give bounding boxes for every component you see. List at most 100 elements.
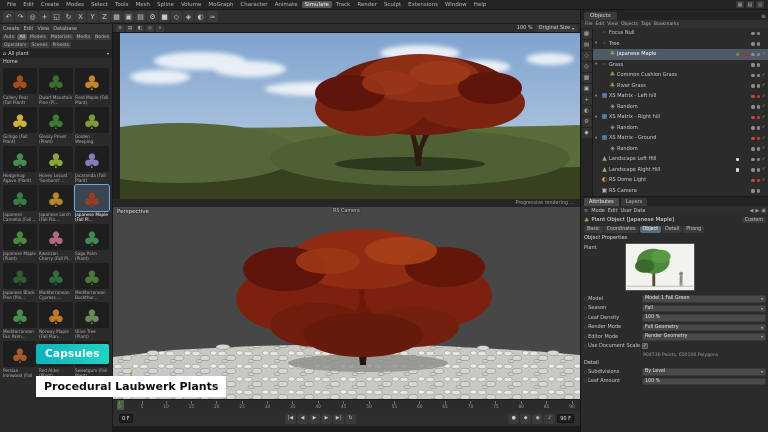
render-visibility-dot[interactable] xyxy=(757,189,761,193)
render-view-icon[interactable]: ▤ xyxy=(126,25,134,32)
side-toolbar-icon[interactable]: ▣ xyxy=(582,84,592,94)
asset-filter-button[interactable]: Models xyxy=(28,34,48,40)
editor-visibility-dot[interactable] xyxy=(751,74,755,78)
end-frame-field[interactable]: 90 F xyxy=(557,414,574,423)
object-label[interactable]: Grass xyxy=(609,62,734,68)
asset-item[interactable]: ♣ Ginkgo (Fall Plant) xyxy=(3,107,37,144)
material-chip[interactable] xyxy=(736,158,740,162)
object-row[interactable]: ▾ ▦ XS Matrix - Right hill xyxy=(593,112,768,123)
render-visibility-dot[interactable] xyxy=(757,74,761,78)
toolbar-icon[interactable]: ▦ xyxy=(111,11,122,22)
editor-visibility-dot[interactable] xyxy=(751,158,755,162)
enabled-check-icon[interactable] xyxy=(762,178,767,183)
mode-menu-item[interactable]: User Data xyxy=(621,208,646,214)
keying-button[interactable]: ● xyxy=(508,414,519,424)
render-visibility-dot[interactable] xyxy=(757,105,761,109)
asset-item[interactable]: ♣ Glossy Privet (Plant) xyxy=(39,107,73,144)
render-visibility-dot[interactable] xyxy=(757,32,761,36)
objects-menu-item[interactable]: View xyxy=(607,22,618,27)
render-view-icon[interactable]: ◧ xyxy=(136,25,144,32)
object-row[interactable]: ◈ Random xyxy=(593,123,768,134)
asset-item[interactable]: ♣ Hedgehog Agave (Plant) xyxy=(3,146,37,183)
plant-preview-thumbnail[interactable] xyxy=(625,243,695,291)
editor-visibility-dot[interactable] xyxy=(751,137,755,141)
asset-item[interactable]: ♣ Honey Locust 'Sunburst'... xyxy=(39,146,73,183)
toolbar-icon[interactable]: Y xyxy=(87,11,98,22)
asset-filter-button[interactable]: Auto xyxy=(2,34,16,40)
object-label[interactable]: Landscape Right Hill xyxy=(609,167,734,173)
object-label[interactable]: Random xyxy=(617,104,734,110)
asset-item[interactable]: ♣ Mediterranean Buckthor... xyxy=(75,263,109,300)
menu-item[interactable]: Modes xyxy=(63,1,87,8)
mode-row-icon[interactable]: ◀ xyxy=(750,208,754,214)
render-visibility-dot[interactable] xyxy=(757,137,761,141)
asset-item[interactable]: ♣ Dwarf Mountain Pine (Pl... xyxy=(39,68,73,105)
timeline-playhead[interactable] xyxy=(117,400,124,410)
asset-filter-button[interactable]: Nodes xyxy=(93,34,111,40)
mode-row-icon[interactable]: ▣ xyxy=(761,208,766,214)
render-view-icon[interactable]: ◎ xyxy=(146,25,154,32)
asset-item[interactable]: ♣ Olive Tree (Plant) xyxy=(75,302,109,339)
field-value[interactable]: Model 1 Fall Green ▾ xyxy=(642,295,766,303)
asset-browser-menu-item[interactable]: View xyxy=(37,26,49,32)
keying-button[interactable]: ◆ xyxy=(520,414,531,424)
object-row[interactable]: ◦ Focus Null xyxy=(593,28,768,39)
enabled-check-icon[interactable] xyxy=(762,83,767,88)
menu-item[interactable]: Create xyxy=(38,1,62,8)
enabled-check-icon[interactable] xyxy=(762,136,767,141)
enabled-check-icon[interactable] xyxy=(762,115,767,120)
object-row[interactable]: ♣ Japanese Maple xyxy=(593,49,768,60)
hamburger-menu-icon[interactable]: ≡ xyxy=(584,208,588,214)
asset-filter-button[interactable]: All xyxy=(17,34,27,40)
editor-visibility-dot[interactable] xyxy=(751,116,755,120)
asset-item[interactable]: ♣ Sago Palm (Plant) xyxy=(75,224,109,261)
toolbar-icon[interactable]: ⚙ xyxy=(147,11,158,22)
keying-button[interactable]: ♪ xyxy=(544,414,555,424)
object-label[interactable]: RS Dome Light xyxy=(609,177,734,183)
mode-menu-item[interactable]: Mode xyxy=(591,208,605,214)
side-toolbar-icon[interactable]: ▩ xyxy=(582,73,592,83)
menu-item[interactable]: Window xyxy=(442,1,470,8)
render-visibility-dot[interactable] xyxy=(757,179,761,183)
toolbar-icon[interactable]: ↷ xyxy=(15,11,26,22)
asset-browser-menu-item[interactable]: Create xyxy=(3,26,20,32)
asset-filter-button[interactable]: Presets xyxy=(51,42,71,48)
side-toolbar-icon[interactable]: ⚙ xyxy=(582,117,592,127)
editor-visibility-dot[interactable] xyxy=(751,53,755,57)
checkbox[interactable] xyxy=(642,343,648,349)
asset-item[interactable]: ♣ Japanese Larch (Fall Pla... xyxy=(39,185,73,222)
object-row[interactable]: ◈ Random xyxy=(593,102,768,113)
render-visibility-dot[interactable] xyxy=(757,158,761,162)
object-row[interactable]: ▣ RS Camera xyxy=(593,186,768,197)
asset-filter-button[interactable]: Materials xyxy=(49,34,74,40)
toolbar-icon[interactable]: X xyxy=(75,11,86,22)
side-toolbar-icon[interactable]: ◎ xyxy=(582,62,592,72)
expander-icon[interactable]: ▾ xyxy=(595,41,600,46)
attribute-tab-button[interactable]: Coordinates xyxy=(604,226,639,233)
asset-item[interactable]: ♣ Japanese Maple (Fall Pl... xyxy=(75,185,109,222)
menu-item[interactable]: Render xyxy=(354,1,380,8)
side-toolbar-icon[interactable]: ◆ xyxy=(582,128,592,138)
custom-button[interactable]: Custom xyxy=(742,217,766,223)
asset-filter-button[interactable]: Operators xyxy=(2,42,29,48)
object-row[interactable]: ◐ RS Dome Light xyxy=(593,175,768,186)
asset-item[interactable]: ♣ Callery Pear (Fall Plant) xyxy=(3,68,37,105)
objects-menu-item[interactable]: Bookmarks xyxy=(654,22,679,27)
editor-visibility-dot[interactable] xyxy=(751,105,755,109)
object-label[interactable]: Random xyxy=(617,125,734,131)
asset-browser-menu-item[interactable]: Database xyxy=(53,26,77,32)
object-label[interactable]: Tree xyxy=(609,41,734,47)
toolbar-icon[interactable]: ◎ xyxy=(27,11,38,22)
attribute-tab-button[interactable]: Basic xyxy=(584,226,603,233)
render-visibility-dot[interactable] xyxy=(757,116,761,120)
asset-item[interactable]: ♣ Jacaranda (Fall Plant) xyxy=(75,146,109,183)
editor-visibility-dot[interactable] xyxy=(751,84,755,88)
keying-button[interactable]: ◉ xyxy=(532,414,543,424)
toolbar-icon[interactable]: ↶ xyxy=(3,11,14,22)
editor-visibility-dot[interactable] xyxy=(751,42,755,46)
asset-item[interactable]: ♣ Kwanzan Cherry (Fall Pl... xyxy=(39,224,73,261)
material-chip[interactable] xyxy=(746,53,750,57)
asset-filter-button[interactable]: Scenes xyxy=(30,42,50,48)
attribute-tab-button[interactable]: Detail xyxy=(662,226,682,233)
menu-item[interactable]: Select xyxy=(88,1,111,8)
